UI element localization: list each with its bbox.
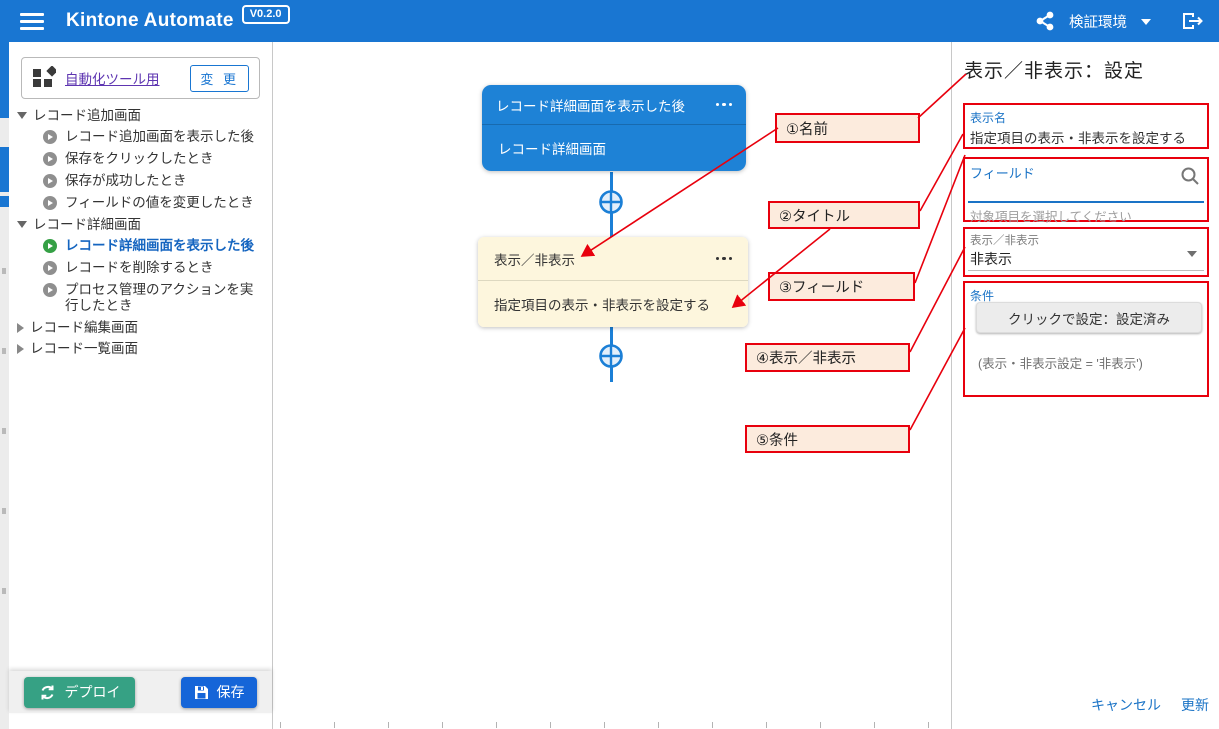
- panel-title: 表示／非表示：設定: [964, 56, 1144, 83]
- kintone-automate-page: Kintone Automate V0.2.0 検証環境 自動化ツール用 変 更: [0, 0, 1219, 729]
- sidebar: 自動化ツール用 変 更 レコード追加画面 レコード追加画面を表示した後 保存をク…: [9, 42, 273, 729]
- display-name-value[interactable]: 指定項目の表示・非表示を設定する: [970, 127, 1207, 147]
- play-icon: [43, 261, 57, 275]
- play-icon: [43, 130, 57, 144]
- collapse-triangle-icon[interactable]: [17, 344, 24, 354]
- share-icon[interactable]: [1035, 11, 1055, 31]
- dropdown-caret-icon[interactable]: [1187, 251, 1197, 257]
- add-step-plus-icon[interactable]: [598, 189, 624, 215]
- tree-event-item[interactable]: 保存をクリックしたとき: [9, 148, 272, 170]
- tree-event-item[interactable]: 保存が成功したとき: [9, 170, 272, 192]
- play-icon: [43, 174, 57, 188]
- play-icon: [43, 152, 57, 166]
- app-title: Kintone Automate: [66, 10, 234, 32]
- tree-event-item[interactable]: フィールドの値を変更したとき: [9, 192, 272, 214]
- expand-triangle-icon[interactable]: [17, 221, 27, 228]
- action-node-subtitle: 指定項目の表示・非表示を設定する: [494, 294, 710, 314]
- play-icon: [43, 283, 57, 297]
- tree-group-record-add[interactable]: レコード追加画面: [9, 105, 272, 126]
- display-name-section: 表示名 指定項目の表示・非表示を設定する: [963, 103, 1209, 149]
- play-icon: [43, 239, 57, 253]
- deploy-button[interactable]: デプロイ: [24, 677, 135, 708]
- settings-panel: 表示／非表示：設定 表示名 指定項目の表示・非表示を設定する フィールド 対象項…: [951, 42, 1219, 729]
- tree-event-item[interactable]: レコードを削除するとき: [9, 257, 272, 279]
- expand-triangle-icon[interactable]: [17, 112, 27, 119]
- app-bar: Kintone Automate V0.2.0 検証環境: [0, 0, 1219, 42]
- display-name-label: 表示名: [970, 109, 1207, 126]
- condition-set-button[interactable]: クリックで設定：設定済み: [976, 302, 1202, 333]
- trigger-node-title: レコード詳細画面を表示した後: [496, 95, 685, 115]
- visibility-underline: [968, 270, 1204, 271]
- search-icon[interactable]: [1180, 166, 1200, 191]
- logout-icon[interactable]: [1181, 11, 1203, 31]
- tree-group-record-detail[interactable]: レコード詳細画面: [9, 214, 272, 235]
- field-input-underline: [968, 201, 1204, 203]
- condition-section: 条件 クリックで設定：設定済み (表示・非表示設定 = '非表示'): [963, 281, 1209, 397]
- app-name-link[interactable]: 自動化ツール用: [65, 68, 160, 88]
- save-button[interactable]: 保存: [181, 677, 257, 708]
- condition-summary: (表示・非表示設定 = '非表示'): [978, 353, 1143, 372]
- hamburger-menu-icon[interactable]: [20, 13, 44, 30]
- tree-event-item[interactable]: レコード追加画面を表示した後: [9, 126, 272, 148]
- left-edge-strip: [0, 42, 9, 729]
- update-button[interactable]: 更新: [1181, 695, 1209, 715]
- action-node-title: 表示／非表示: [494, 249, 575, 269]
- field-helper-text: 対象項目を選択してください: [970, 206, 1132, 225]
- trigger-node[interactable]: レコード詳細画面を表示した後 レコード詳細画面: [482, 85, 746, 171]
- tree-group-record-list[interactable]: レコード一覧画面: [9, 338, 272, 359]
- visibility-select[interactable]: 非表示: [970, 249, 1207, 269]
- tree-group-record-edit[interactable]: レコード編集画面: [9, 317, 272, 338]
- deploy-refresh-icon: [39, 684, 56, 701]
- annotation-box-visibility: ④表示／非表示: [745, 343, 910, 372]
- annotation-box-title: ②タイトル: [768, 201, 920, 229]
- change-app-button[interactable]: 変 更: [190, 65, 249, 92]
- field-search-input[interactable]: [969, 177, 1177, 201]
- add-step-plus-icon[interactable]: [598, 343, 624, 369]
- annotation-box-field: ③フィールド: [768, 272, 915, 301]
- visibility-section: 表示／非表示 非表示: [963, 227, 1209, 277]
- field-section: フィールド 対象項目を選択してください: [963, 157, 1209, 222]
- more-menu-icon[interactable]: [716, 253, 733, 265]
- environment-selector[interactable]: 検証環境: [1069, 11, 1127, 32]
- play-icon: [43, 196, 57, 210]
- annotation-box-condition: ⑤条件: [745, 425, 910, 453]
- annotation-box-name: ①名前: [775, 113, 920, 143]
- tree-event-item-active[interactable]: レコード詳細画面を表示した後: [9, 235, 272, 257]
- trigger-node-subtitle: レコード詳細画面: [498, 138, 606, 158]
- sidebar-footer: デプロイ 保存: [9, 671, 272, 713]
- collapse-triangle-icon[interactable]: [17, 323, 24, 333]
- chevron-down-icon[interactable]: [1141, 19, 1151, 25]
- more-menu-icon[interactable]: [716, 99, 733, 111]
- cancel-button[interactable]: キャンセル: [1091, 695, 1161, 715]
- app-selector-box: 自動化ツール用 変 更: [21, 57, 260, 99]
- event-tree: レコード追加画面 レコード追加画面を表示した後 保存をクリックしたとき 保存が成…: [9, 105, 272, 359]
- app-icon: [32, 66, 56, 90]
- visibility-label: 表示／非表示: [970, 232, 1207, 248]
- save-floppy-icon: [194, 685, 209, 700]
- action-node[interactable]: 表示／非表示 指定項目の表示・非表示を設定する: [478, 237, 748, 327]
- tree-event-item[interactable]: プロセス管理のアクションを実行したとき: [9, 279, 272, 317]
- version-badge: V0.2.0: [242, 5, 290, 24]
